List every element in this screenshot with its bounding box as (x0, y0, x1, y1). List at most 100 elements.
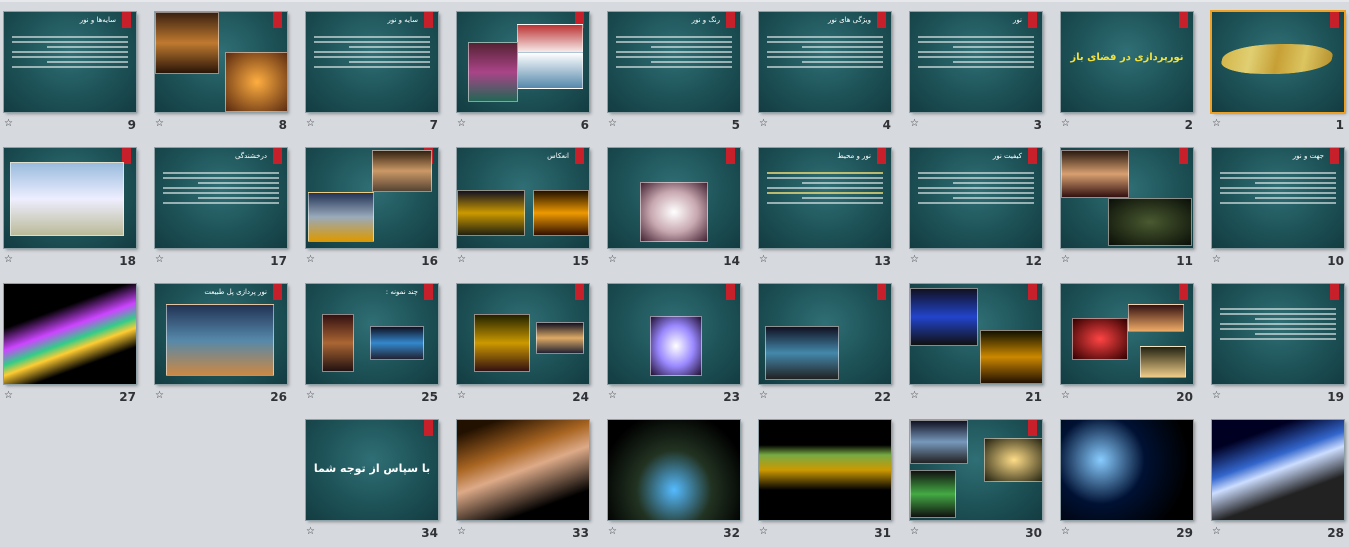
slide-title: نور (1013, 16, 1022, 24)
slide-transition-star-icon[interactable]: ☆ (155, 254, 164, 265)
slide-photo (980, 330, 1042, 384)
slide-transition-star-icon[interactable]: ☆ (457, 526, 466, 537)
slide-photo (10, 162, 124, 236)
slide-thumbnail-1[interactable] (1212, 12, 1344, 112)
slide-transition-star-icon[interactable]: ☆ (759, 118, 768, 129)
slide-thumbnail-10[interactable]: جهت و نور (1212, 148, 1344, 248)
slide-photo (322, 314, 354, 372)
slide-transition-star-icon[interactable]: ☆ (1061, 254, 1070, 265)
slide-thumbnail-30[interactable] (910, 420, 1042, 520)
slide-title: سایه‌ها و نور (79, 16, 116, 24)
slide-thumbnail-32[interactable] (608, 420, 740, 520)
slide-transition-star-icon[interactable]: ☆ (306, 118, 315, 129)
slide-transition-star-icon[interactable]: ☆ (4, 254, 13, 265)
slide-thumbnail-29[interactable] (1061, 420, 1193, 520)
slide-transition-star-icon[interactable]: ☆ (4, 118, 13, 129)
slide-number: 29 (1176, 526, 1193, 540)
slide-thumbnail-19[interactable] (1212, 284, 1344, 384)
slide-transition-star-icon[interactable]: ☆ (910, 526, 919, 537)
slide-thumbnail-27[interactable] (4, 284, 136, 384)
slide-thumbnail-25[interactable]: چند نمونه : (306, 284, 438, 384)
slide-thumbnail-2[interactable]: نورپردازی در فضای باز (1061, 12, 1193, 112)
slide-number: 2 (1184, 118, 1193, 132)
slide-thumbnail-7[interactable]: سایه و نور (306, 12, 438, 112)
slide-transition-star-icon[interactable]: ☆ (457, 118, 466, 129)
slide-transition-star-icon[interactable]: ☆ (759, 526, 768, 537)
slide-transition-star-icon[interactable]: ☆ (608, 390, 617, 401)
slide-number: 23 (723, 390, 740, 404)
slide-transition-star-icon[interactable]: ☆ (608, 254, 617, 265)
slide-thumbnail-3[interactable]: نور (910, 12, 1042, 112)
slide-photo (1072, 318, 1128, 360)
slide-thumbnail-17[interactable]: درخشندگی (155, 148, 287, 248)
slide-thumbnail-23[interactable] (608, 284, 740, 384)
slide-transition-star-icon[interactable]: ☆ (759, 254, 768, 265)
slide-thumbnail-31[interactable] (759, 420, 891, 520)
slide-photo (984, 438, 1042, 482)
slide-thumbnail-18[interactable] (4, 148, 136, 248)
slide-transition-star-icon[interactable]: ☆ (759, 390, 768, 401)
slide-title: رنگ و نور (691, 16, 720, 24)
slide-body-text-lines (616, 36, 732, 71)
slide-transition-star-icon[interactable]: ☆ (457, 254, 466, 265)
slide-accent-flag (424, 12, 433, 28)
slide-thumbnail-26[interactable]: نور پردازی پل طبیعت (155, 284, 287, 384)
slide-thumbnail-24[interactable] (457, 284, 589, 384)
slide-transition-star-icon[interactable]: ☆ (155, 390, 164, 401)
slide-title: جهت و نور (1292, 152, 1324, 160)
slide-thumbnail-13[interactable]: نور و محیط (759, 148, 891, 248)
slide-thumbnail-28[interactable] (1212, 420, 1344, 520)
slide-transition-star-icon[interactable]: ☆ (457, 390, 466, 401)
slide-transition-star-icon[interactable]: ☆ (1061, 118, 1070, 129)
slide-transition-star-icon[interactable]: ☆ (306, 390, 315, 401)
slide-thumbnail-6[interactable] (457, 12, 589, 112)
slide-photo (910, 470, 956, 518)
slide-transition-star-icon[interactable]: ☆ (306, 254, 315, 265)
slide-transition-star-icon[interactable]: ☆ (155, 118, 164, 129)
slide-accent-flag (877, 284, 886, 300)
slide-number: 24 (572, 390, 589, 404)
slide-thumbnail-12[interactable]: کیفیت نور (910, 148, 1042, 248)
slide-transition-star-icon[interactable]: ☆ (1212, 390, 1221, 401)
slide-transition-star-icon[interactable]: ☆ (1061, 526, 1070, 537)
slide-thumbnail-21[interactable] (910, 284, 1042, 384)
calligraphy-image (1218, 44, 1336, 74)
slide-transition-star-icon[interactable]: ☆ (1212, 526, 1221, 537)
slide-transition-star-icon[interactable]: ☆ (1212, 254, 1221, 265)
slide-transition-star-icon[interactable]: ☆ (910, 390, 919, 401)
slide-number: 17 (270, 254, 287, 268)
slide-thumbnail-8[interactable] (155, 12, 287, 112)
slide-transition-star-icon[interactable]: ☆ (1061, 390, 1070, 401)
slide-transition-star-icon[interactable]: ☆ (608, 526, 617, 537)
slide-body-text-lines (12, 36, 128, 71)
slide-transition-star-icon[interactable]: ☆ (608, 118, 617, 129)
slide-transition-star-icon[interactable]: ☆ (4, 390, 13, 401)
slide-thumbnail-4[interactable]: ویژگی های نور (759, 12, 891, 112)
slide-accent-flag (273, 148, 282, 164)
slide-thumbnail-15[interactable]: انعکاس (457, 148, 589, 248)
slide-thumbnail-11[interactable] (1061, 148, 1193, 248)
slide-transition-star-icon[interactable]: ☆ (1212, 118, 1221, 129)
slide-accent-flag (122, 12, 131, 28)
slide-accent-flag (575, 284, 584, 300)
slide-thumbnail-33[interactable] (457, 420, 589, 520)
slide-photo (308, 192, 374, 242)
slide-accent-flag (575, 148, 584, 164)
slide-title: نور و محیط (837, 152, 871, 160)
slide-thumbnail-22[interactable] (759, 284, 891, 384)
slide-transition-star-icon[interactable]: ☆ (910, 118, 919, 129)
slide-photo (1108, 198, 1192, 246)
slide-accent-flag (1330, 12, 1339, 28)
slide-photo (910, 420, 968, 464)
slide-thumbnail-5[interactable]: رنگ و نور (608, 12, 740, 112)
slide-body-text-lines (1220, 172, 1336, 207)
slide-number: 20 (1176, 390, 1193, 404)
slide-transition-star-icon[interactable]: ☆ (910, 254, 919, 265)
slide-thumbnail-34[interactable]: با سپاس از توجه شما (306, 420, 438, 520)
slide-photo (474, 314, 530, 372)
slide-thumbnail-9[interactable]: سایه‌ها و نور (4, 12, 136, 112)
slide-thumbnail-16[interactable] (306, 148, 438, 248)
slide-thumbnail-20[interactable] (1061, 284, 1193, 384)
slide-transition-star-icon[interactable]: ☆ (306, 526, 315, 537)
slide-thumbnail-14[interactable] (608, 148, 740, 248)
